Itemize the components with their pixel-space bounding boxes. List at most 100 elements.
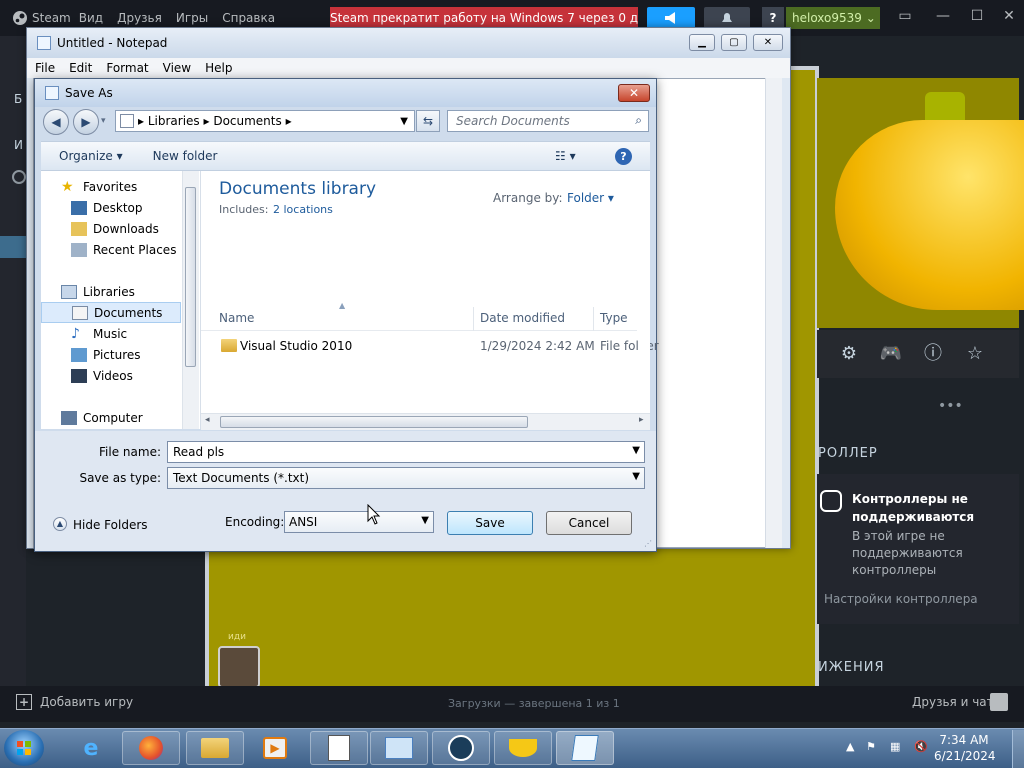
column-date-modified[interactable]: Date modified (480, 311, 565, 325)
nav-documents[interactable]: Documents (41, 302, 181, 323)
file-list-vscroll[interactable] (639, 171, 650, 411)
notepad-scrollbar[interactable] (765, 78, 782, 548)
announcements-button[interactable] (647, 7, 695, 29)
cancel-button[interactable]: Cancel (546, 511, 632, 535)
menu-file[interactable]: File (35, 61, 55, 75)
taskbar-firefox[interactable] (122, 731, 180, 765)
file-list-hscroll[interactable]: ◂ ▸ (201, 413, 650, 430)
organize-button[interactable]: Organize ▾ (59, 149, 123, 163)
steam-win7-warning[interactable]: Steam прекратит работу на Windows 7 чере… (330, 7, 638, 29)
resize-grip-icon[interactable]: ⋰ (644, 539, 654, 549)
arrange-by-label: Arrange by: (493, 191, 563, 205)
friends-chat-button[interactable]: Друзья и чат (912, 695, 994, 709)
game-thumbnail[interactable] (218, 646, 260, 688)
notepad-maximize-button[interactable]: ▢ (721, 34, 747, 51)
save-as-type-dropdown-icon[interactable]: ▼ (632, 471, 640, 482)
new-folder-button[interactable]: New folder (153, 149, 218, 163)
nav-pane-scrollbar[interactable] (182, 171, 199, 429)
save-as-type-select[interactable]: Text Documents (*.txt) ▼ (167, 467, 645, 489)
taskbar-control-panel[interactable] (370, 731, 428, 765)
info-icon[interactable]: ⓘ (920, 341, 946, 367)
encoding-select[interactable]: ANSI ▼ (284, 511, 434, 533)
notepad-minimize-button[interactable]: ▁ (689, 34, 715, 51)
encoding-dropdown-icon[interactable]: ▼ (421, 515, 429, 526)
taskbar-clock[interactable]: 7:34 AM 6/21/2024 (934, 732, 996, 766)
star-icon[interactable]: ☆ (962, 341, 988, 367)
gear-icon[interactable]: ⚙ (836, 341, 862, 367)
steam-search-icon[interactable] (12, 170, 26, 184)
menu-format[interactable]: Format (106, 61, 148, 75)
volume-muted-icon[interactable]: 🔇 (914, 740, 928, 754)
start-button[interactable] (4, 730, 44, 766)
arrange-by-dropdown[interactable]: Folder ▾ (567, 191, 614, 205)
action-center-flag-icon[interactable]: ⚑ (866, 740, 880, 754)
friends-icon[interactable] (990, 693, 1008, 711)
table-row[interactable]: Visual Studio 2010 1/29/2024 2:42 AM Fil… (201, 335, 659, 357)
minimize-icon[interactable]: — (934, 8, 952, 26)
downloads-status[interactable]: Загрузки — завершена 1 из 1 (448, 697, 620, 710)
refresh-button[interactable]: ⇆ (416, 110, 440, 132)
column-type[interactable]: Type (600, 311, 628, 325)
help-icon[interactable]: ? (615, 147, 632, 165)
back-button[interactable]: ◀ (43, 109, 69, 135)
steam-selected-item[interactable] (0, 236, 26, 258)
forward-button[interactable]: ▶ (73, 109, 99, 135)
steam-menu-friends[interactable]: Друзья (117, 11, 162, 25)
hide-folders-icon[interactable]: ▲ (53, 517, 67, 531)
taskbar-banana-game[interactable] (494, 731, 552, 765)
tray-expand-icon[interactable]: ▲ (846, 740, 860, 754)
file-name-dropdown-icon[interactable]: ▼ (632, 445, 640, 456)
address-dropdown-icon[interactable]: ▼ (400, 116, 408, 127)
nav-scroll-thumb[interactable] (185, 187, 196, 367)
menu-edit[interactable]: Edit (69, 61, 92, 75)
menu-help[interactable]: Help (205, 61, 232, 75)
encoding-value: ANSI (289, 515, 318, 529)
steam-menu-view[interactable]: Вид (79, 11, 103, 25)
taskbar-ie[interactable]: e (62, 731, 120, 765)
scroll-left-icon[interactable]: ◂ (205, 415, 210, 425)
steam-help-button[interactable]: ? (762, 7, 784, 29)
taskbar-explorer[interactable] (186, 731, 244, 765)
gamepad-icon[interactable]: 🎮 (878, 341, 904, 367)
close-icon[interactable]: ✕ (1000, 8, 1018, 26)
save-button[interactable]: Save (447, 511, 533, 535)
save-as-titlebar[interactable]: Save As (35, 79, 656, 107)
steam-menu-games[interactable]: Игры (176, 11, 208, 25)
breadcrumb-libraries[interactable]: Libraries (148, 114, 200, 128)
hscroll-thumb[interactable] (220, 416, 528, 428)
steam-menu-help[interactable]: Справка (222, 11, 275, 25)
scroll-right-icon[interactable]: ▸ (639, 415, 644, 425)
library-title: Documents library (219, 179, 377, 199)
column-name[interactable]: Name (219, 311, 254, 325)
breadcrumb-documents[interactable]: Documents (213, 114, 281, 128)
controller-settings-link[interactable]: Настройки контроллера (824, 592, 978, 606)
taskbar-media-player[interactable]: ▶ (246, 731, 304, 765)
address-bar[interactable]: ▸ Libraries ▸ Documents ▸ ▼ (115, 110, 415, 132)
more-options-icon[interactable]: ••• (938, 398, 963, 414)
add-game-button[interactable]: Добавить игру (40, 695, 133, 709)
big-picture-icon[interactable]: ▭ (896, 8, 914, 26)
network-icon[interactable]: ▦ (890, 740, 904, 754)
organize-label: Organize (59, 149, 113, 163)
notepad-close-button[interactable]: ✕ (753, 34, 783, 51)
menu-view[interactable]: View (163, 61, 191, 75)
steam-logo[interactable]: Steam (12, 10, 71, 26)
includes-locations-link[interactable]: 2 locations (273, 203, 333, 216)
notepad-titlebar[interactable]: Untitled - Notepad (27, 28, 790, 58)
notifications-button[interactable] (704, 7, 750, 29)
maximize-icon[interactable]: ☐ (968, 8, 986, 26)
taskbar-steam[interactable] (432, 731, 490, 765)
hide-folders-button[interactable]: Hide Folders (73, 518, 148, 532)
taskbar-notepad-app[interactable] (310, 731, 368, 765)
search-input[interactable]: Search Documents ⌕ (447, 110, 649, 132)
dialog-close-button[interactable]: ✕ (618, 84, 650, 102)
bell-icon (722, 13, 732, 22)
taskbar-notepad-active[interactable] (556, 731, 614, 765)
computer-icon (61, 410, 77, 425)
steam-user-menu[interactable]: heloxo9539 ⌄ (786, 7, 880, 29)
steam-left-label-2: И (14, 138, 23, 152)
file-name-input[interactable]: Read pls ▼ (167, 441, 645, 463)
recent-pages-chevron-icon[interactable]: ▾ (101, 116, 106, 126)
show-desktop-button[interactable] (1012, 730, 1024, 768)
view-options-icon[interactable]: ☷ ▾ (555, 149, 576, 163)
